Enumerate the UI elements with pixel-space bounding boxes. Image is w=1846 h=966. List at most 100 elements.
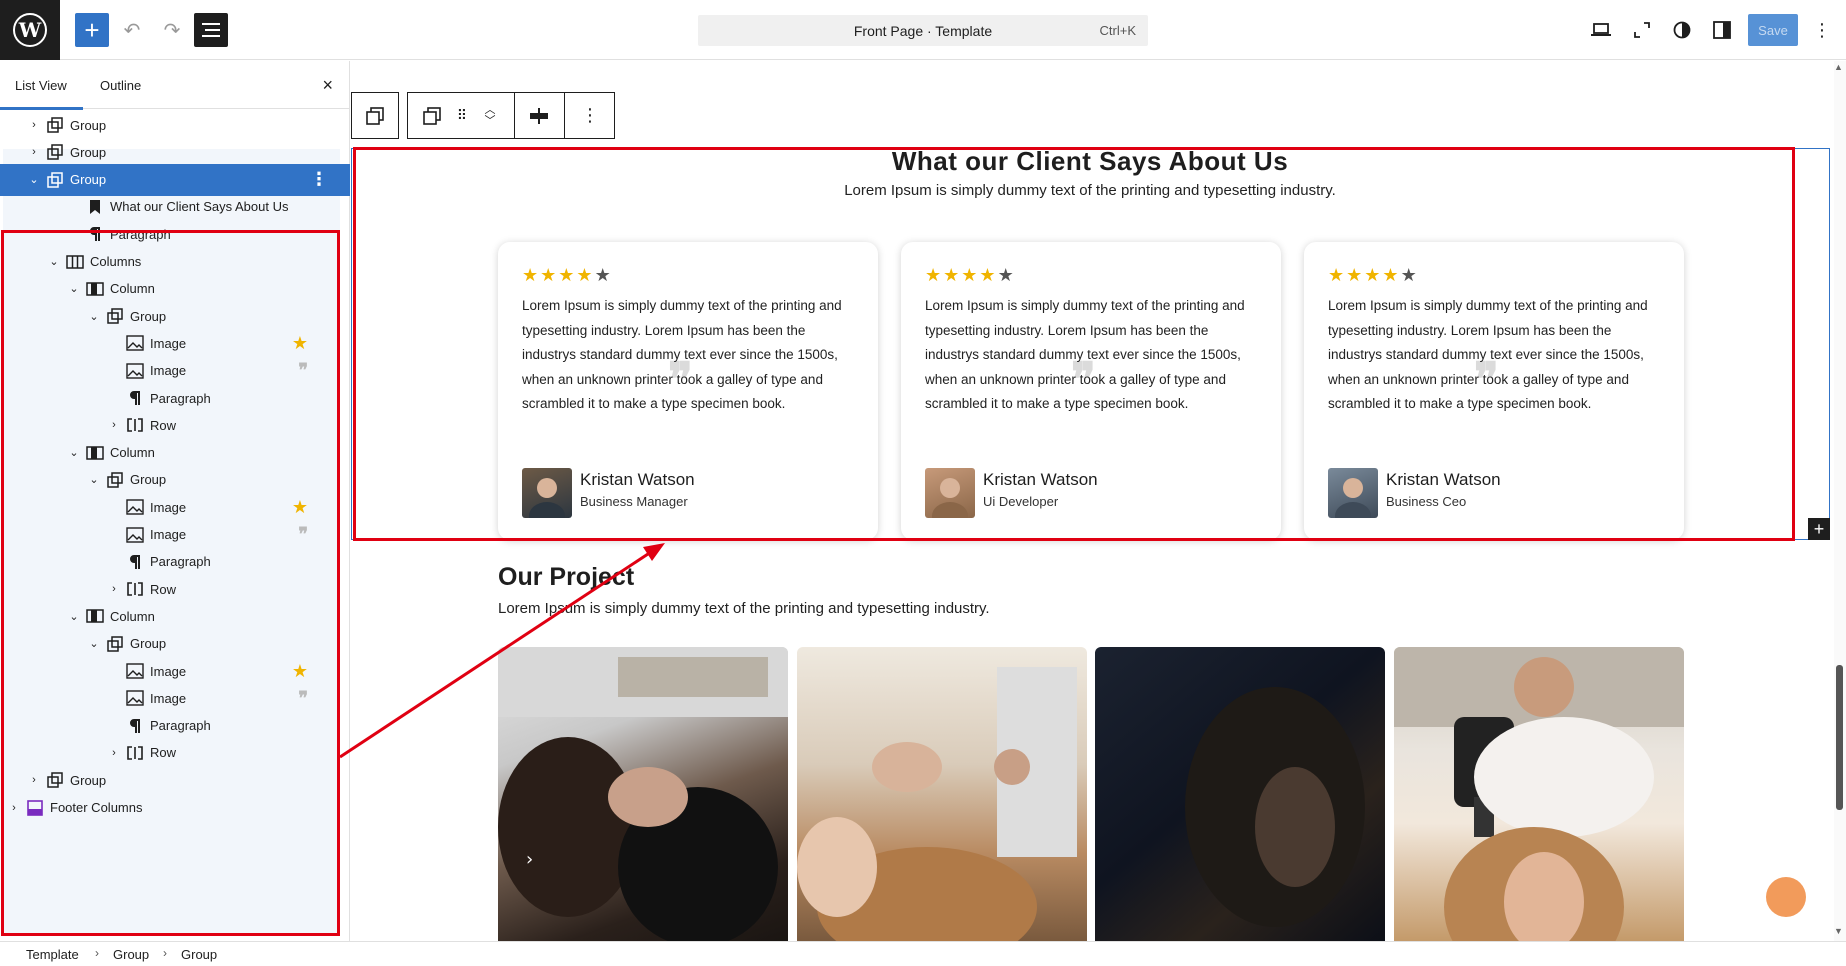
save-button[interactable]: Save [1748,14,1798,46]
testimonial-text[interactable]: Lorem Ipsum is simply dummy text of the … [925,294,1259,417]
list-view-item-label: What our Client Says About Us [110,199,289,215]
tab-list-view[interactable]: List View [0,61,83,110]
group-icon [106,635,124,653]
list-view-item-footer-columns[interactable]: › Footer Columns [0,792,350,824]
star-icon: ★ [576,265,595,285]
image-icon [126,498,144,516]
scroll-down-arrow-icon[interactable]: ▼ [1834,926,1843,936]
external-expand-icon [1634,22,1650,38]
add-block-button[interactable]: + [75,13,109,47]
testimonial-role[interactable]: Ui Developer [983,494,1058,509]
star-icon: ★ [558,265,577,285]
list-view-item-label: Row [150,417,177,433]
list-view-item-label: Row [150,581,177,597]
project-image-2[interactable] [797,647,1087,941]
project-image-1[interactable]: › [498,647,788,941]
avatar[interactable] [522,468,572,518]
chevron-down-icon[interactable]: ⌄ [67,282,81,295]
open-in-new-tab-button[interactable] [1626,14,1658,46]
chevron-right-icon[interactable]: › [27,774,41,786]
image-icon [126,526,144,544]
sidebar-tabs: List View Outline × [0,61,349,110]
redo-button[interactable]: ↷ [155,13,189,47]
undo-button[interactable]: ↶ [115,13,149,47]
breadcrumb-item[interactable]: Template [26,947,79,962]
testimonial-card[interactable]: ★★★★★ ❞ Lorem Ipsum is simply dummy text o… [498,242,878,540]
sidebar-icon [1713,21,1731,39]
list-view-item-label: Group [70,117,107,133]
block-breadcrumb: Template › Group › Group [0,941,1846,966]
testimonial-text[interactable]: Lorem Ipsum is simply dummy text of the … [1328,294,1662,417]
add-block-after-button[interactable]: + [1808,518,1830,540]
command-palette-bar[interactable]: Front Page · Template Ctrl+K [698,15,1148,46]
chevron-right-icon[interactable]: › [107,747,121,759]
editor-top-bar: W + ↶ ↷ Front Page · Template Ctrl+K Sav… [0,0,1846,60]
drag-handle-icon[interactable]: ⠿ [450,93,474,138]
testimonial-role[interactable]: Business Ceo [1386,494,1466,509]
star-icon: ★ [1400,265,1419,285]
star-icon: ★ [1364,265,1383,285]
tab-outline[interactable]: Outline [100,61,141,109]
project-subtitle[interactable]: Lorem Ipsum is simply dummy text of the … [498,600,990,617]
chevron-down-icon[interactable]: ⌄ [27,173,41,186]
chevron-down-icon[interactable]: ⌄ [67,610,81,623]
chevron-down-icon[interactable]: ⌄ [87,637,101,650]
chevron-down-icon[interactable]: ⌄ [87,310,101,323]
testimonial-name[interactable]: Kristan Watson [983,470,1098,490]
star-icon: ★ [1382,265,1401,285]
project-heading[interactable]: Our Project [498,563,634,592]
chevron-down-icon[interactable]: ⌄ [47,255,61,268]
avatar[interactable] [925,468,975,518]
styles-button[interactable] [1666,14,1698,46]
align-button[interactable] [515,93,563,138]
block-type-button[interactable] [418,93,446,138]
testimonial-card[interactable]: ★★★★★ ❞ Lorem Ipsum is simply dummy text o… [901,242,1281,540]
testimonial-name[interactable]: Kristan Watson [580,470,695,490]
list-view-item-label: Paragraph [150,390,211,406]
command-shortcut: Ctrl+K [1099,23,1136,38]
testimonial-text[interactable]: Lorem Ipsum is simply dummy text of the … [522,294,856,417]
settings-sidebar-button[interactable] [1706,14,1738,46]
column-icon [86,280,104,298]
more-options-button[interactable]: ⋮ [565,93,615,138]
chevron-right-icon[interactable]: › [27,146,41,158]
testimonial-card[interactable]: ★★★★★ ❞ Lorem Ipsum is simply dummy text o… [1304,242,1684,540]
breadcrumb-item[interactable]: Group [113,947,149,962]
testimonial-role[interactable]: Business Manager [580,494,688,509]
block-parent-button[interactable] [351,92,399,139]
testimonial-name[interactable]: Kristan Watson [1386,470,1501,490]
chevron-down-icon[interactable]: ⌄ [87,473,101,486]
avatar[interactable] [1328,468,1378,518]
group-icon [423,106,441,125]
chevron-down-icon[interactable]: ⌄ [67,446,81,459]
move-up-down-button[interactable]: ︿ ﹀ [478,93,502,138]
star-icon: ★ [291,332,308,353]
wordpress-logo-button[interactable]: W [0,0,60,60]
chevron-right-icon[interactable]: › [7,802,21,814]
column-icon [86,444,104,462]
project-image-3[interactable] [1095,647,1385,941]
close-icon[interactable]: × [322,75,333,96]
bookmark-icon [86,198,104,216]
view-button[interactable] [1585,14,1617,46]
options-menu-button[interactable]: ⋮ [1806,14,1838,46]
project-image-4[interactable] [1394,647,1684,941]
document-title: Front Page · Template [853,22,993,39]
row-icon [126,744,144,762]
chevron-right-icon[interactable]: › [107,419,121,431]
barber-photo: › [498,647,788,941]
canvas-scrollbar-thumb[interactable] [1836,665,1843,810]
testimonials-subtitle[interactable]: Lorem Ipsum is simply dummy text of the … [700,182,1480,199]
floating-action-button[interactable] [1766,877,1806,917]
testimonials-heading[interactable]: What our Client Says About Us [700,146,1480,177]
list-view-item-label: Column [110,608,155,624]
list-view-item-label: Row [150,745,177,761]
chevron-right-icon[interactable]: › [107,583,121,595]
vertical-ellipsis-icon: ⋮ [1813,19,1831,40]
chevron-right-icon[interactable]: › [27,119,41,131]
vertical-ellipsis-icon[interactable]: ⋮ [310,169,328,190]
document-overview-button[interactable] [194,13,228,47]
scroll-up-arrow-icon[interactable]: ▲ [1834,62,1843,72]
image-icon [126,689,144,707]
star-icon: ★ [979,265,998,285]
